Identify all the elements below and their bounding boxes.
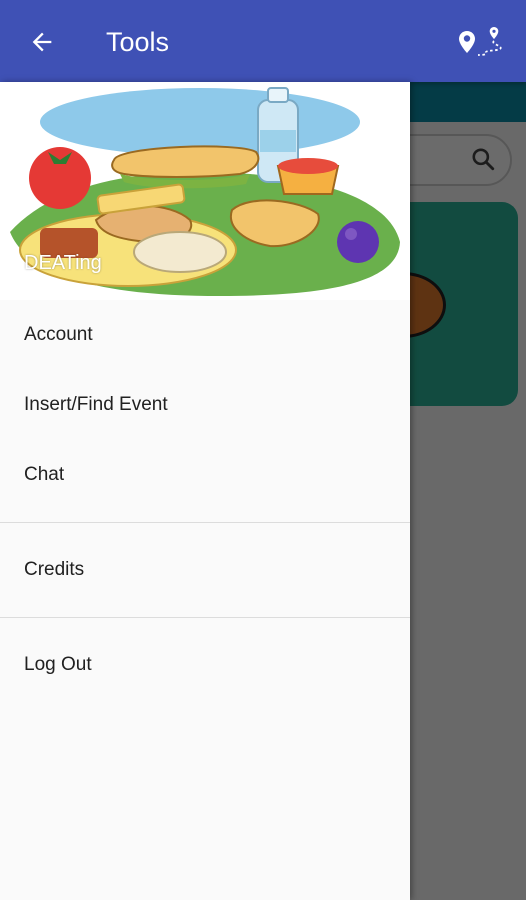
location-route-icon <box>459 27 502 56</box>
menu-item-account[interactable]: Account <box>0 300 410 370</box>
drawer-header-label: DEATing <box>24 252 102 274</box>
navigation-drawer: DEATing Account Insert/Find Event Chat C… <box>0 82 410 900</box>
menu-divider <box>0 522 410 523</box>
route-button[interactable] <box>454 22 514 62</box>
menu-divider <box>0 617 410 618</box>
app-bar: Tools <box>0 0 526 82</box>
menu-item-log-out[interactable]: Log Out <box>0 630 410 700</box>
menu-item-credits[interactable]: Credits <box>0 535 410 605</box>
page-title: Tools <box>106 27 170 57</box>
drawer-header: DEATing <box>0 82 410 300</box>
drawer-menu: Account Insert/Find Event Chat Credits L… <box>0 300 410 700</box>
arrow-back-icon <box>32 32 52 52</box>
menu-item-insert-find-event[interactable]: Insert/Find Event <box>0 370 410 440</box>
back-button[interactable] <box>22 22 62 62</box>
menu-item-chat[interactable]: Chat <box>0 440 410 510</box>
